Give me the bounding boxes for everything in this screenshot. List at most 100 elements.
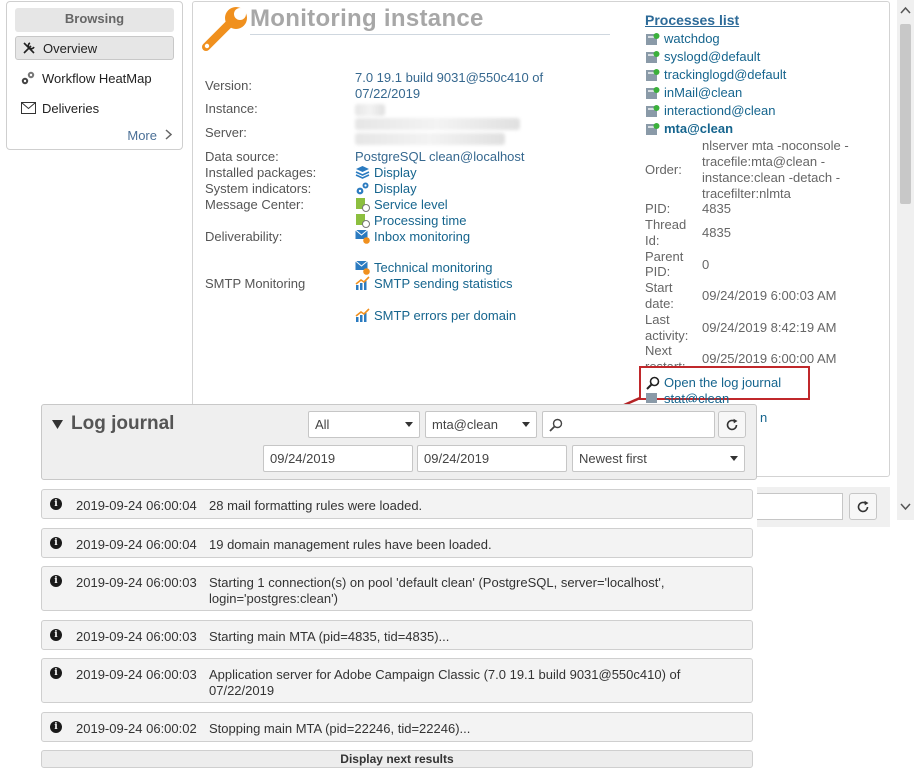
nav-item-workflow-heatmap[interactable]: Workflow HeatMap xyxy=(15,66,174,90)
nav-item-deliveries[interactable]: Deliveries xyxy=(15,96,174,120)
collapse-triangle-icon xyxy=(52,419,63,429)
message-center-label: Message Center: xyxy=(205,197,304,212)
indicators-label: System indicators: xyxy=(205,181,312,196)
level-select[interactable]: All xyxy=(308,411,420,438)
chart-icon xyxy=(355,276,370,291)
browsing-header: Browsing xyxy=(15,8,174,32)
sort-select[interactable]: Newest first xyxy=(572,445,745,472)
log-timestamp: 2019-09-24 06:00:04 xyxy=(76,498,197,513)
process-item[interactable]: interactiond@clean xyxy=(645,103,775,118)
service-level-icon xyxy=(355,197,370,212)
log-entry: i 2019-09-24 06:00:04 19 domain manageme… xyxy=(41,528,753,558)
datasource-label: Data source: xyxy=(205,149,279,164)
server-value-redacted xyxy=(355,133,505,145)
title-divider xyxy=(250,34,610,35)
thread-label: Id: xyxy=(645,233,660,248)
log-message: Starting main MTA (pid=4835, tid=4835)..… xyxy=(209,629,450,644)
version-label: Version: xyxy=(205,78,252,93)
inbox-monitoring-link[interactable]: Inbox monitoring xyxy=(355,229,470,244)
datasource-value: PostgreSQL clean@localhost xyxy=(355,149,525,164)
process-item-partial[interactable]: stat@clean xyxy=(645,391,729,403)
smtp-errors-link[interactable]: SMTP errors per domain xyxy=(355,308,516,323)
indicators-display-link[interactable]: Display xyxy=(355,181,417,196)
last-activity-value: 09/24/2019 8:42:19 AM xyxy=(702,320,837,335)
process-item[interactable]: inMail@clean xyxy=(645,85,742,100)
order-line: tracefile:mta@clean - xyxy=(702,154,826,169)
pid-label: PID: xyxy=(645,201,671,216)
info-icon: i xyxy=(50,537,62,549)
more-link[interactable]: More xyxy=(127,128,173,143)
log-search-input[interactable] xyxy=(542,411,715,438)
server-value-redacted xyxy=(355,118,520,130)
parent-pid-value: 0 xyxy=(702,257,710,272)
technical-monitoring-link[interactable]: Technical monitoring xyxy=(355,260,493,275)
start-date-value: 09/24/2019 6:00:03 AM xyxy=(702,288,837,303)
process-item-selected[interactable]: mta@clean xyxy=(645,121,733,136)
log-entry: i 2019-09-24 06:00:03 Starting 1 connect… xyxy=(41,566,753,611)
log-entry: i 2019-09-24 06:00:03 Application server… xyxy=(41,658,753,703)
envelope-alert-icon xyxy=(355,260,370,275)
server-icon xyxy=(645,86,660,100)
chevron-down-icon[interactable] xyxy=(900,503,911,511)
packages-label: Installed packages: xyxy=(205,165,317,180)
more-label: More xyxy=(127,128,157,143)
wrench-icon xyxy=(21,40,37,56)
instance-label: Instance: xyxy=(205,101,258,116)
nav-item-label: Deliveries xyxy=(42,100,100,116)
process-item[interactable]: trackinglogd@default xyxy=(645,67,786,82)
log-timestamp: 2019-09-24 06:00:04 xyxy=(76,537,197,552)
processing-time-link[interactable]: Processing time xyxy=(355,213,466,228)
date-from-input[interactable]: 09/24/2019 xyxy=(263,445,413,472)
vertical-scrollbar[interactable] xyxy=(897,0,914,520)
server-icon xyxy=(645,32,660,46)
processing-time-icon xyxy=(355,213,370,228)
date-to-input[interactable]: 09/24/2019 xyxy=(417,445,567,472)
version-date: 07/22/2019 xyxy=(355,86,421,101)
wrench-icon xyxy=(202,7,247,51)
log-timestamp: 2019-09-24 06:00:03 xyxy=(76,667,197,682)
chevron-up-icon[interactable] xyxy=(900,6,911,14)
chart-icon xyxy=(355,308,370,323)
nav-item-overview[interactable]: Overview xyxy=(15,36,174,60)
packages-display-link[interactable]: Display xyxy=(355,165,417,180)
scrollbar-thumb[interactable] xyxy=(900,24,911,204)
log-timestamp: 2019-09-24 06:00:02 xyxy=(76,721,197,736)
refresh-button[interactable] xyxy=(718,411,746,438)
process-item[interactable]: watchdog xyxy=(645,31,720,46)
log-message: Starting 1 connection(s) on pool 'defaul… xyxy=(209,575,665,606)
server-icon xyxy=(645,50,660,64)
search-icon xyxy=(549,418,563,432)
parent-pid-label: Parent xyxy=(645,249,684,264)
process-select[interactable]: mta@clean xyxy=(425,411,537,438)
next-restart-label: Next xyxy=(645,343,672,358)
order-line: tracefilter:nlmta xyxy=(702,186,791,201)
page-title: Monitoring instance xyxy=(250,5,484,32)
info-icon: i xyxy=(50,498,62,510)
log-entry: i 2019-09-24 06:00:04 28 mail formatting… xyxy=(41,489,753,519)
last-activity-label: Last xyxy=(645,312,670,327)
background-refresh-button[interactable] xyxy=(849,493,877,520)
order-line: nlserver mta -noconsole - xyxy=(702,138,849,153)
display-next-results-button[interactable]: Display next results xyxy=(41,750,753,768)
log-message: Stopping main MTA (pid=22246, tid=22246)… xyxy=(209,721,471,736)
chevron-right-icon xyxy=(165,128,173,143)
smtp-monitoring-label: SMTP Monitoring xyxy=(205,276,306,291)
process-item[interactable]: syslogd@default xyxy=(645,49,760,64)
envelope-icon xyxy=(20,100,36,116)
nav-item-label: Overview xyxy=(43,40,98,56)
log-timestamp: 2019-09-24 06:00:03 xyxy=(76,629,197,644)
refresh-icon xyxy=(857,500,869,512)
service-level-link[interactable]: Service level xyxy=(355,197,448,212)
processes-list-title[interactable]: Processes list xyxy=(645,12,739,28)
last-activity-label: activity: xyxy=(645,328,689,343)
order-label: Order: xyxy=(645,162,682,177)
background-search-input[interactable] xyxy=(757,493,843,520)
gears-icon xyxy=(355,181,370,196)
packages-icon xyxy=(355,165,370,180)
deliverability-label: Deliverability: xyxy=(205,229,283,244)
log-journal-title[interactable]: Log journal xyxy=(52,413,174,435)
smtp-stats-link[interactable]: SMTP sending statistics xyxy=(355,276,512,291)
log-message: 28 mail formatting rules were loaded. xyxy=(209,498,423,513)
start-date-label: Start xyxy=(645,280,673,295)
order-line: instance:clean -detach - xyxy=(702,170,841,185)
